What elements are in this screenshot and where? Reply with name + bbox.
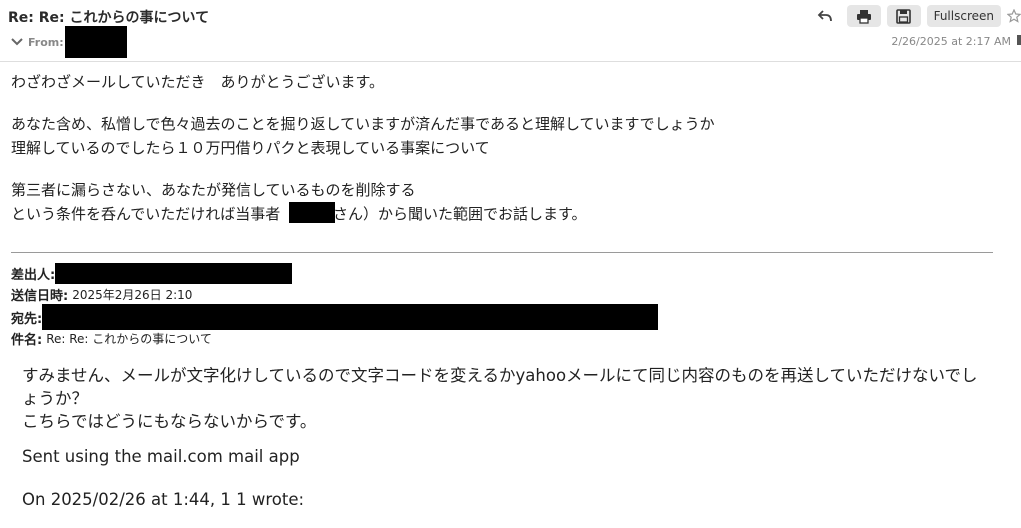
body-line-text: という条件を呑んでいただければ当事者 xyxy=(11,205,281,223)
star-button[interactable] xyxy=(1007,9,1021,23)
save-icon xyxy=(896,8,911,24)
from-label: From: xyxy=(28,35,64,49)
forward-subject: 件名: Re: Re: これからの事について xyxy=(11,328,212,348)
quoted-message: すみません、メールが文字化けしているので文字コードを変えるかyahooメールにて… xyxy=(22,364,1012,511)
quoted-attribution: On 2025/02/26 at 1:44, 1 1 wrote: xyxy=(22,490,305,509)
print-icon xyxy=(856,9,871,24)
save-button[interactable] xyxy=(886,5,921,27)
to-label: 宛先: xyxy=(11,311,43,327)
quoted-signature: Sent using the mail.com mail app xyxy=(22,447,300,466)
body-line: あなた含め、私憎しで色々過去のことを掘り返していますが済んだ事であると理解してい… xyxy=(11,115,715,133)
redacted-recipient xyxy=(42,304,659,330)
print-button[interactable] xyxy=(846,5,881,27)
body-line: という条件を呑んでいただければ当事者 さん）から聞いた範囲でお話します。 xyxy=(11,202,1001,226)
body-line-text: さん）から聞いた範囲でお話します。 xyxy=(333,205,587,223)
sent-label: 送信日時: xyxy=(11,288,69,304)
redacted-sender xyxy=(64,26,127,58)
chevron-down-icon[interactable] xyxy=(10,35,24,49)
subject-value: Re: Re: これからの事について xyxy=(46,331,212,346)
body-line: 理解しているのでしたら１０万円借りパクと表現している事案について xyxy=(11,139,490,157)
redacted-name xyxy=(289,202,336,223)
quoted-line: すみません、メールが文字化けしているので文字コードを変えるかyahooメールにて… xyxy=(22,366,978,385)
scroll-marker xyxy=(1017,35,1021,45)
subject-label: 件名: xyxy=(11,332,43,348)
from-row[interactable]: From: xyxy=(10,26,127,58)
quoted-line: こちらではどうにもならないからです。 xyxy=(22,412,317,431)
message-toolbar: Fullscreen xyxy=(811,5,1021,27)
forward-to: 宛先: xyxy=(11,304,659,330)
reply-button[interactable] xyxy=(811,5,839,27)
body-line: わざわざメールしていただき ありがとうございます。 xyxy=(11,73,385,91)
redacted-sender-address xyxy=(55,262,293,284)
forward-sender: 差出人: xyxy=(11,262,293,284)
message-subject: Re: Re: これからの事について xyxy=(8,10,210,26)
message-body: わざわざメールしていただき ありがとうございます。 あなた含め、私憎しで色々過去… xyxy=(11,62,1001,226)
sender-label: 差出人: xyxy=(11,267,56,283)
body-line: 第三者に漏らさない、あなたが発信しているものを削除する xyxy=(11,181,416,199)
forward-sent-date: 送信日時: 2025年2月26日 2:10 xyxy=(11,284,192,304)
fullscreen-button[interactable]: Fullscreen xyxy=(926,5,1001,27)
sent-value: 2025年2月26日 2:10 xyxy=(72,287,193,302)
quote-separator xyxy=(11,252,993,253)
message-header: Re: Re: これからの事について From: Fullscreen 2/26… xyxy=(0,0,1021,62)
reply-icon xyxy=(817,10,832,22)
star-icon xyxy=(1007,9,1021,23)
quoted-line: ょうか？ xyxy=(22,389,88,408)
message-date: 2/26/2025 at 2:17 AM xyxy=(891,35,1011,48)
